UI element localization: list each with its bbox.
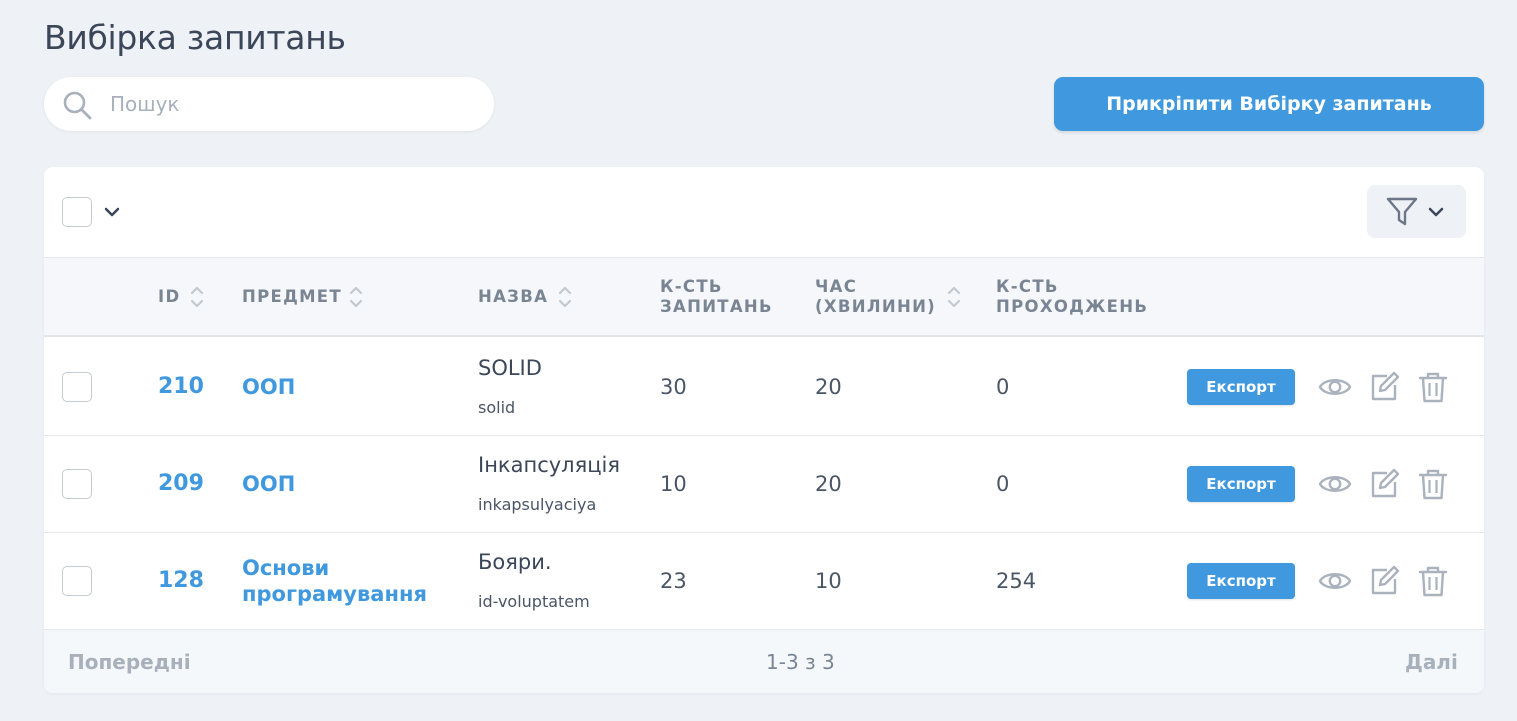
column-header-question-count: К-СТЬ ЗАПИТАНЬ xyxy=(660,277,773,317)
table-row: 128 Основи програмування Бояри. id-volup… xyxy=(44,533,1484,630)
sort-icon[interactable] xyxy=(558,284,572,310)
filter-icon xyxy=(1386,197,1418,226)
select-all-checkbox[interactable] xyxy=(62,197,92,227)
row-slug: id-voluptatem xyxy=(478,592,590,611)
table-row: 210 ООП SOLID solid 30 20 0 Експорт xyxy=(44,339,1484,436)
row-question-count: 30 xyxy=(660,375,687,399)
row-id-link[interactable]: 128 xyxy=(158,568,204,593)
row-checkbox[interactable] xyxy=(62,566,92,596)
row-slug: solid xyxy=(478,398,516,417)
pagination: Попередні 1-3 з 3 Далі xyxy=(44,630,1484,693)
row-question-count: 10 xyxy=(660,472,687,496)
search-icon xyxy=(63,91,92,120)
row-id-link[interactable]: 209 xyxy=(158,471,204,496)
row-pass-count: 254 xyxy=(996,569,1037,593)
row-time: 20 xyxy=(815,472,842,496)
table-header: ID ПРЕДМЕТ НАЗВА К-СТЬ ЗАПИТАНЬ ЧАС (ХВИ… xyxy=(44,257,1484,337)
trash-icon[interactable] xyxy=(1416,564,1450,598)
column-header-subject[interactable]: ПРЕДМЕТ xyxy=(242,287,342,307)
attach-selection-button[interactable]: Прикріпити Вибірку запитань xyxy=(1054,77,1484,131)
chevron-down-icon xyxy=(1428,207,1444,217)
export-button[interactable]: Експорт xyxy=(1187,466,1295,502)
column-header-time[interactable]: ЧАС (ХВИЛИНИ) xyxy=(815,277,936,317)
column-header-line: К-СТЬ xyxy=(660,277,723,296)
row-name: SOLID xyxy=(478,356,542,380)
filter-button[interactable] xyxy=(1367,185,1466,238)
column-header-pass-count: К-СТЬ ПРОХОДЖЕНЬ xyxy=(996,277,1148,317)
row-pass-count: 0 xyxy=(996,472,1010,496)
trash-icon[interactable] xyxy=(1416,467,1450,501)
export-button[interactable]: Експорт xyxy=(1187,369,1295,405)
row-subject-link[interactable]: ООП xyxy=(242,471,295,497)
export-button[interactable]: Експорт xyxy=(1187,563,1295,599)
chevron-down-icon[interactable] xyxy=(104,204,120,220)
pagination-prev-button[interactable]: Попередні xyxy=(68,650,191,674)
edit-icon[interactable] xyxy=(1367,370,1401,404)
column-header-line: (ХВИЛИНИ) xyxy=(815,297,937,316)
row-checkbox[interactable] xyxy=(62,469,92,499)
table-row: 209 ООП Інкапсуляція inkapsulyaciya 10 2… xyxy=(44,436,1484,533)
eye-icon[interactable] xyxy=(1318,467,1352,501)
row-question-count: 23 xyxy=(660,569,687,593)
edit-icon[interactable] xyxy=(1367,467,1401,501)
search-box[interactable] xyxy=(44,77,494,131)
row-name: Бояри. xyxy=(478,550,552,574)
trash-icon[interactable] xyxy=(1416,370,1450,404)
row-name: Інкапсуляція xyxy=(478,453,620,477)
column-header-line: ПРОХОДЖЕНЬ xyxy=(996,297,1149,316)
eye-icon[interactable] xyxy=(1318,564,1352,598)
sort-icon[interactable] xyxy=(190,284,204,310)
page-title: Вибірка запитань xyxy=(44,18,346,57)
row-id-link[interactable]: 210 xyxy=(158,374,204,399)
sort-icon[interactable] xyxy=(947,284,961,310)
edit-icon[interactable] xyxy=(1367,564,1401,598)
column-header-line: К-СТЬ xyxy=(996,277,1059,296)
row-subject-link[interactable]: Основи програмування xyxy=(242,555,442,607)
column-header-line: ЗАПИТАНЬ xyxy=(660,297,773,316)
row-slug: inkapsulyaciya xyxy=(478,495,597,514)
row-pass-count: 0 xyxy=(996,375,1010,399)
search-input[interactable] xyxy=(110,84,470,124)
row-checkbox[interactable] xyxy=(62,372,92,402)
column-header-id[interactable]: ID xyxy=(158,287,180,307)
column-header-name[interactable]: НАЗВА xyxy=(478,287,548,307)
column-header-line: ЧАС xyxy=(815,277,858,296)
sort-icon[interactable] xyxy=(349,284,363,310)
eye-icon[interactable] xyxy=(1318,370,1352,404)
pagination-info: 1-3 з 3 xyxy=(766,650,835,674)
row-time: 10 xyxy=(815,569,842,593)
questions-table-card: ID ПРЕДМЕТ НАЗВА К-СТЬ ЗАПИТАНЬ ЧАС (ХВИ… xyxy=(44,167,1484,693)
row-subject-link[interactable]: ООП xyxy=(242,374,295,400)
row-time: 20 xyxy=(815,375,842,399)
pagination-next-button[interactable]: Далі xyxy=(1405,650,1458,674)
